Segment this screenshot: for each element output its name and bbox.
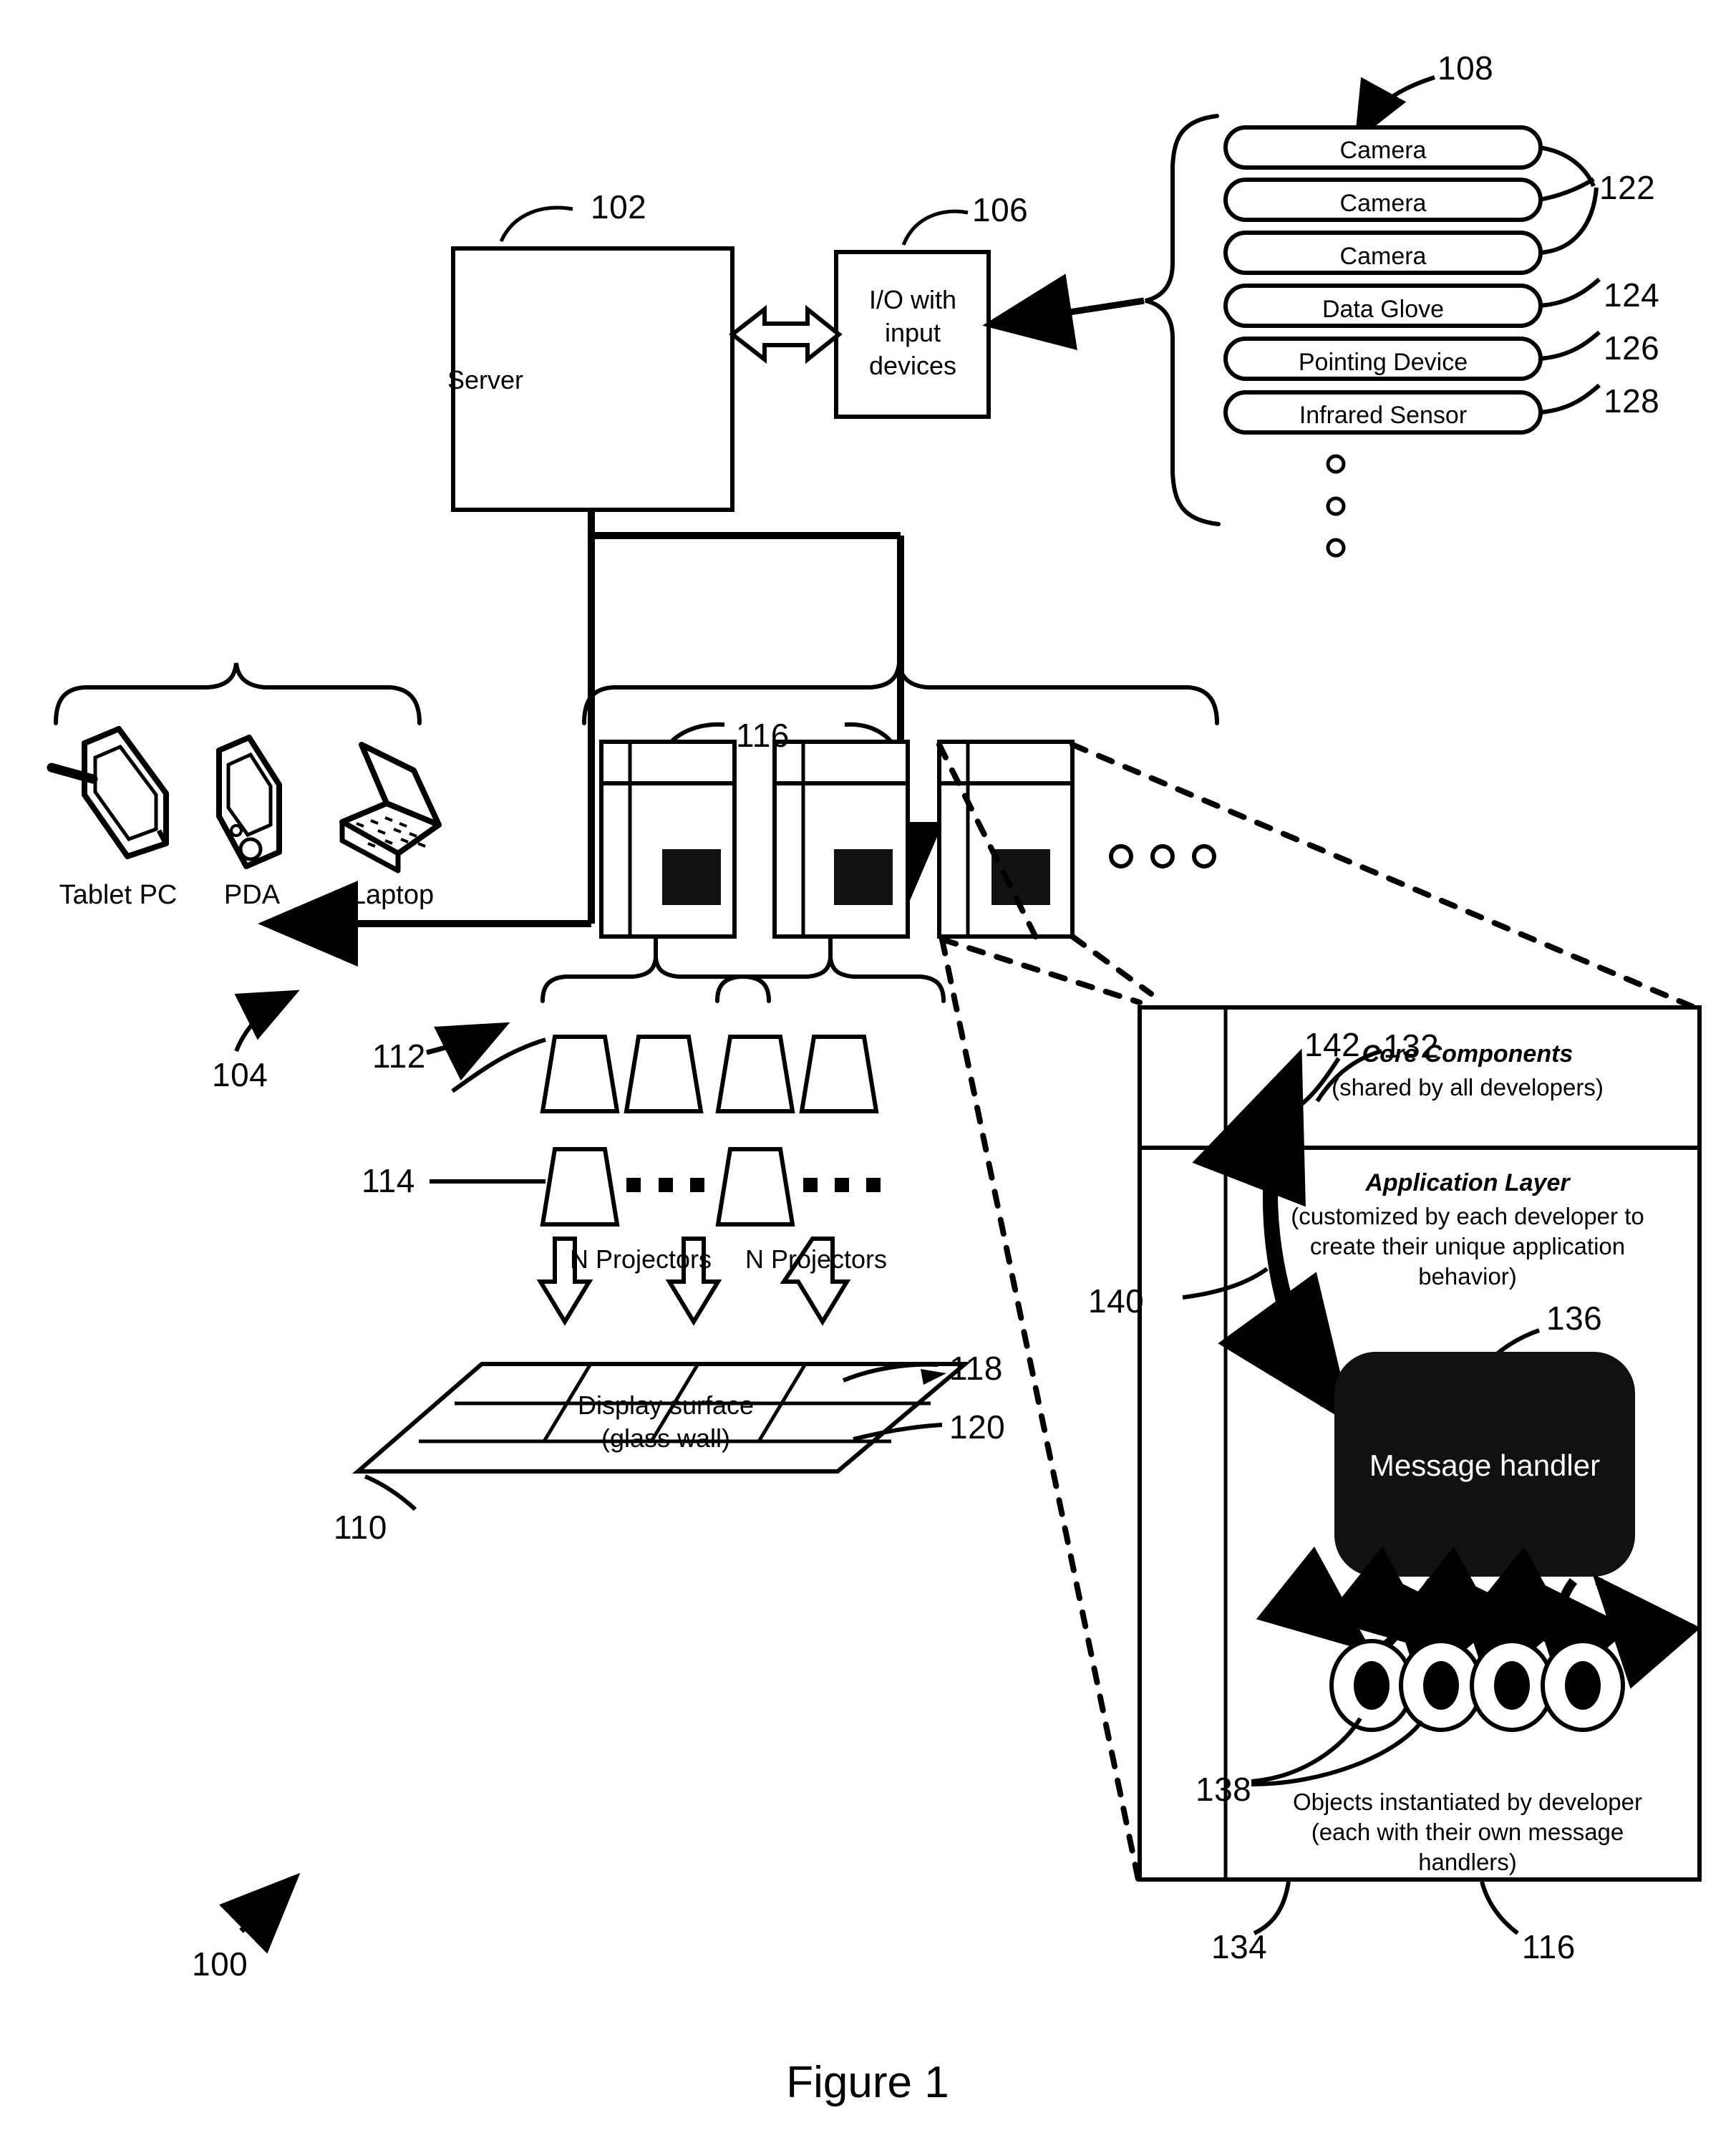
ref-110: 110 bbox=[334, 1509, 387, 1546]
pc-tower-1 bbox=[599, 740, 737, 939]
ref-114: 114 bbox=[362, 1162, 415, 1199]
application-layer-subtitle-line3: behavior) bbox=[1418, 1263, 1517, 1290]
message-handler-label: Message handler bbox=[1369, 1448, 1601, 1482]
ref-134: 134 bbox=[1211, 1928, 1268, 1965]
application-layer-subtitle-line1: (customized by each developer to bbox=[1291, 1203, 1644, 1229]
projector-group-label-2: N Projectors bbox=[745, 1244, 888, 1274]
client-device-label-laptop: Laptop bbox=[350, 880, 435, 910]
pc-tower-3 bbox=[937, 740, 1075, 939]
input-devices-brace bbox=[982, 114, 1221, 526]
ref-104-leader bbox=[234, 990, 300, 1053]
objects-caption-line3: handlers) bbox=[1418, 1849, 1517, 1875]
input-device-data-glove[interactable]: Data Glove bbox=[1226, 295, 1541, 324]
pc-tower-2 bbox=[772, 740, 910, 939]
ref-108: 108 bbox=[1437, 49, 1494, 87]
client-devices-brace bbox=[54, 662, 422, 725]
display-surface-label-line2: (glass wall) bbox=[601, 1423, 731, 1453]
ref-100: 100 bbox=[192, 1945, 248, 1983]
ref-136: 136 bbox=[1546, 1300, 1603, 1337]
server-io-double-arrow bbox=[729, 304, 843, 364]
server-label: Server bbox=[447, 365, 524, 395]
pda-icon bbox=[216, 735, 282, 869]
io-label-line1: I/O with bbox=[868, 285, 957, 314]
ref-116-top: 116 bbox=[736, 717, 790, 754]
objects-caption-line1: Objects instantiated by developer bbox=[1293, 1789, 1642, 1815]
ref-128: 128 bbox=[1604, 382, 1660, 420]
ref-126: 126 bbox=[1604, 329, 1660, 367]
client-device-label-pda: PDA bbox=[223, 880, 281, 910]
server-box bbox=[451, 205, 734, 512]
ref-112: 112 bbox=[372, 1037, 426, 1075]
application-layer-title: Application Layer bbox=[1365, 1169, 1570, 1196]
objects-caption-line2: (each with their own message bbox=[1311, 1819, 1624, 1845]
patent-figure-page: Server 102 I/O with input devices 106 10… bbox=[0, 0, 1736, 2143]
projectors-group-1 bbox=[540, 1035, 704, 1227]
ref-106: 106 bbox=[972, 191, 1029, 228]
input-device-camera-3[interactable]: Camera bbox=[1226, 242, 1541, 271]
projector-group-brace-2 bbox=[715, 937, 946, 1003]
ref-134-leader bbox=[1253, 1881, 1291, 1935]
input-device-pills bbox=[1223, 125, 1543, 435]
tablet-pc-icon bbox=[47, 726, 169, 859]
pc-ellipsis bbox=[1109, 844, 1216, 869]
input-device-ellipsis bbox=[1326, 454, 1346, 558]
input-device-ref-leaders bbox=[1538, 145, 1601, 415]
ref-122: 122 bbox=[1599, 169, 1656, 206]
ref-112-leader bbox=[426, 1022, 510, 1081]
input-device-camera-2[interactable]: Camera bbox=[1226, 189, 1541, 218]
figure-caption: Figure 1 bbox=[786, 2058, 949, 2107]
io-label-line3: devices bbox=[868, 351, 957, 380]
ref-100-leader bbox=[218, 1872, 301, 1954]
ref-104: 104 bbox=[212, 1056, 268, 1093]
ref-102: 102 bbox=[591, 188, 647, 226]
ref-124: 124 bbox=[1604, 276, 1660, 314]
laptop-icon bbox=[339, 742, 442, 874]
ref-114-leader bbox=[430, 1037, 546, 1184]
input-device-infrared-sensor[interactable]: Infrared Sensor bbox=[1226, 401, 1541, 430]
input-device-pointing-device[interactable]: Pointing Device bbox=[1226, 348, 1541, 377]
core-components-subtitle: (shared by all developers) bbox=[1332, 1074, 1604, 1100]
input-device-camera-1[interactable]: Camera bbox=[1226, 136, 1541, 165]
application-layer-subtitle-line2: create their unique application bbox=[1309, 1233, 1626, 1259]
ref-120: 120 bbox=[949, 1408, 1006, 1446]
ref-118: 118 bbox=[949, 1350, 1003, 1387]
io-label-line2: input bbox=[884, 318, 941, 347]
ref-116-bottom: 116 bbox=[1522, 1928, 1576, 1965]
core-components-title: Core Components bbox=[1362, 1040, 1573, 1068]
display-surface-label-line1: Display surface bbox=[577, 1390, 755, 1420]
ref-116-bottom-leader bbox=[1480, 1881, 1519, 1935]
ref-140: 140 bbox=[1088, 1282, 1145, 1320]
projectors-group-2 bbox=[715, 1035, 881, 1227]
projector-group-brace-1 bbox=[540, 937, 771, 1003]
